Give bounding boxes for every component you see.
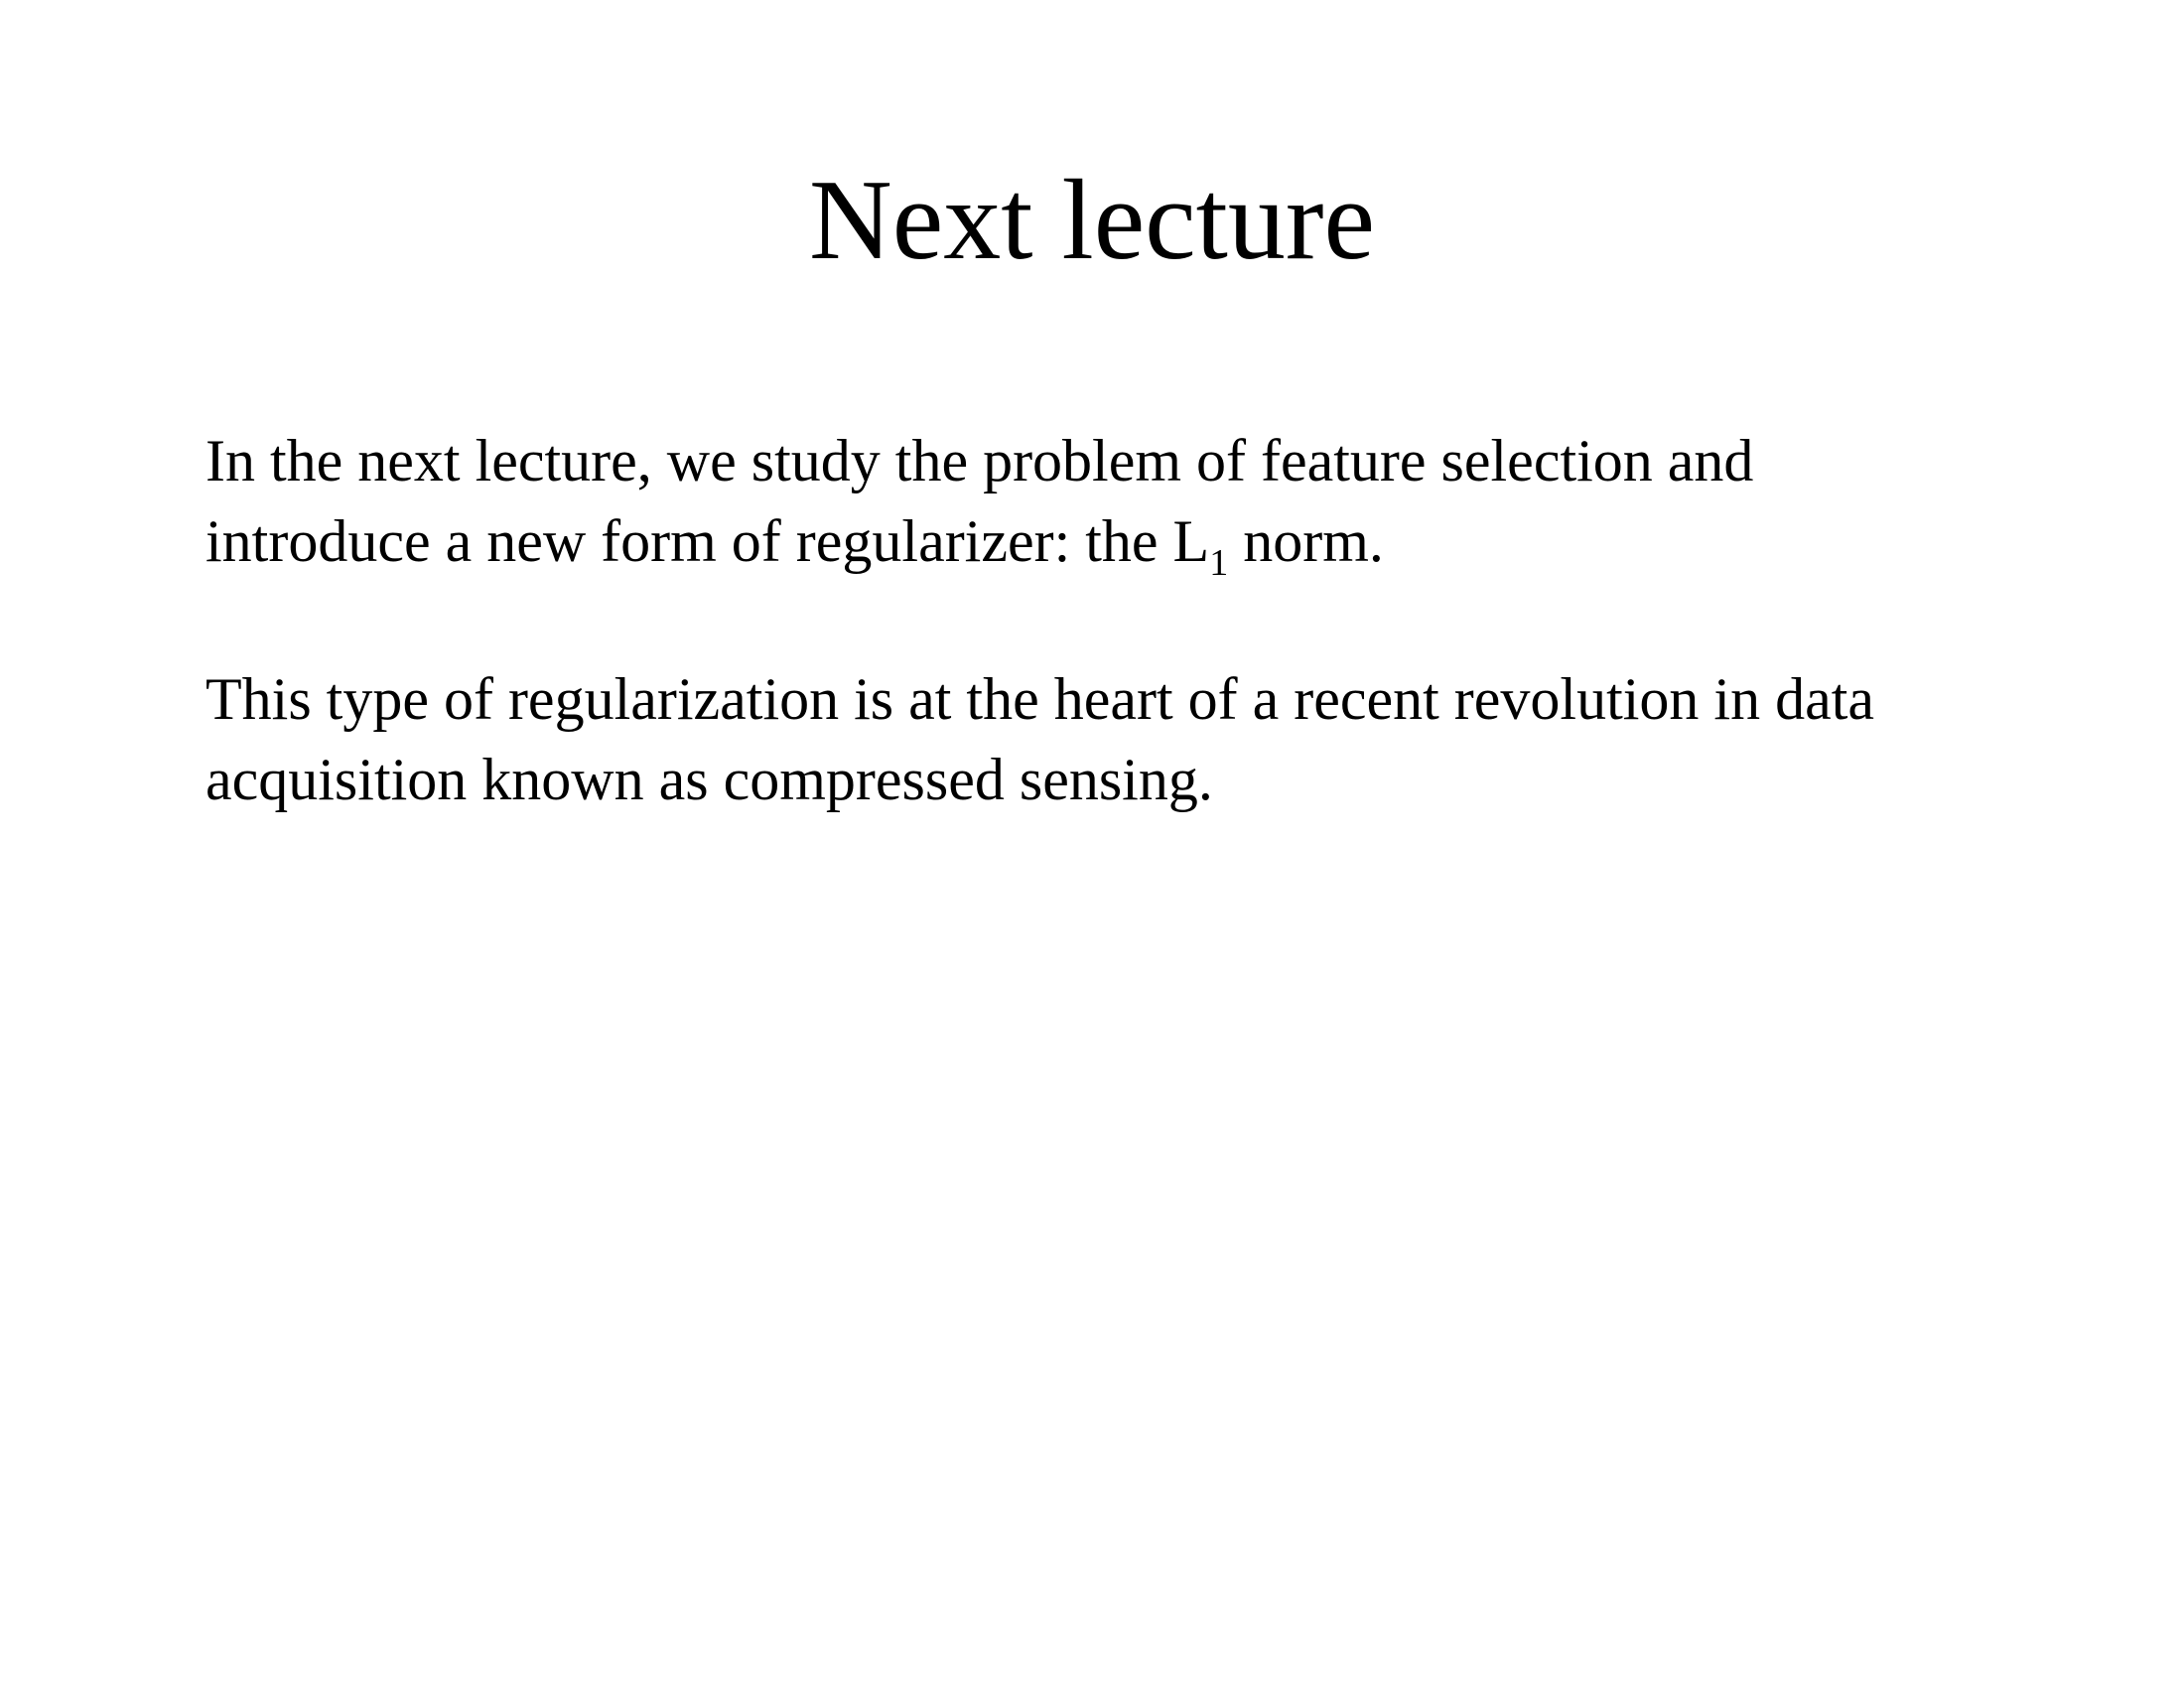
paragraph-1-line-2-end: norm. (1228, 508, 1384, 574)
paragraph-compressed-sensing: This type of regularization is at the he… (205, 659, 2151, 820)
paragraph-1-line-1: In the next lecture, we study the proble… (205, 428, 1754, 493)
paragraph-2-line-1: This type of regularization is at the he… (205, 666, 1875, 732)
paragraph-1-line-2-text: introduce a new form of regularizer: the… (205, 508, 1210, 574)
paragraph-feature-selection: In the next lecture, we study the proble… (205, 421, 2151, 582)
paragraph-1-line-2: introduce a new form of regularizer: the… (205, 501, 2151, 582)
slide-title: Next lecture (808, 157, 1376, 284)
paragraph-2-line-2: acquisition known as compressed sensing. (205, 747, 1213, 812)
slide: Next lecture In the next lecture, we stu… (0, 0, 2184, 1688)
l1-subscript: 1 (1209, 542, 1229, 584)
